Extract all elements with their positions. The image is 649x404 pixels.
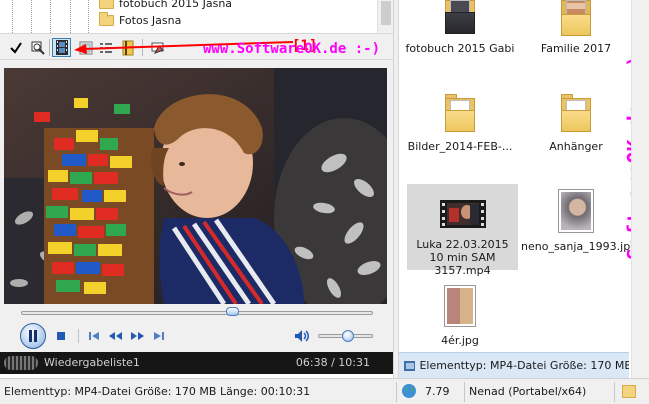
file-item-4er-jpg[interactable]: 4ér.jpg	[405, 280, 515, 347]
video-preview-button[interactable]	[52, 38, 71, 57]
tree-scrollbar[interactable]	[377, 0, 393, 33]
playlist-name: Wiedergabeliste1	[44, 356, 140, 369]
tree-item-label: Fotos Jasna	[119, 13, 182, 27]
preview-toolbar: [1] www.SoftwareOK.de :-)	[0, 33, 393, 60]
file-item-neno-sanja-jpg[interactable]: neno_sanja_1993.jpg	[521, 184, 638, 254]
speaker-icon	[295, 330, 309, 342]
previous-button[interactable]	[87, 329, 101, 343]
player-status-line: Wiedergabeliste1 06:38 / 10:31	[0, 352, 393, 374]
photo-folder-icon	[445, 0, 475, 34]
folder-icon	[561, 94, 591, 132]
image-file-icon	[559, 190, 593, 232]
version-text: 7.79	[425, 385, 450, 398]
file-item-luka-mp4[interactable]: Luka 22.03.2015 10 min SAM 3157.mp4	[407, 184, 518, 277]
file-item-anhaenger[interactable]: Anhänger	[521, 90, 631, 158]
video-frame[interactable]	[4, 68, 387, 304]
video-image	[4, 68, 387, 304]
check-icon	[9, 41, 22, 54]
file-item-label: Bilder_2014-FEB-...	[407, 140, 513, 153]
folder-icon	[445, 94, 475, 132]
file-item-label: neno_sanja_1993.jpg	[521, 240, 638, 253]
file-icon-view: fotobuch 2015 Gabi Familie 2017 Bilder_2…	[399, 0, 649, 352]
zoom-button[interactable]	[28, 38, 47, 57]
rewind-icon	[108, 332, 122, 340]
tree-item-fotos-jasna[interactable]: Fotos Jasna	[99, 11, 182, 28]
watermark-text: www.SoftwareOK.de :-)	[203, 41, 381, 57]
folder-tree[interactable]: fotobuch 2015 Jasna Fotos Jasna	[0, 0, 393, 33]
folder-icon	[622, 385, 636, 398]
zoom-icon	[31, 41, 45, 55]
time-display: 06:38 / 10:31	[295, 356, 370, 369]
globe-icon	[402, 384, 416, 398]
file-item-label: 4ér.jpg	[441, 334, 479, 347]
seek-bar[interactable]	[0, 304, 393, 320]
file-item-familie-2017[interactable]: Familie 2017	[521, 0, 631, 64]
file-item-bilder-2014-feb[interactable]: Bilder_2014-FEB-...	[405, 90, 515, 158]
folder-icon	[99, 11, 114, 26]
file-item-label: Anhänger	[549, 140, 603, 153]
file-item-label: Luka 22.03.2015 10 min SAM 3157.mp4	[416, 238, 509, 277]
skip-forward-icon	[154, 332, 164, 340]
video-player: Wiedergabeliste1 06:38 / 10:31	[0, 60, 393, 374]
fast-forward-icon	[130, 332, 144, 340]
tree-scrollbar-thumb[interactable]	[381, 1, 391, 25]
video-file-small-icon	[404, 360, 416, 371]
status-info-text: Elementtyp: MP4-Datei Größe: 170 MB Läng…	[4, 385, 311, 398]
pause-button[interactable]	[20, 323, 46, 349]
player-controls	[0, 320, 393, 353]
pause-icon	[29, 330, 37, 342]
mute-button[interactable]	[294, 328, 310, 344]
status-bar: Elementtyp: MP4-Datei Größe: 170 MB Läng…	[0, 378, 649, 404]
folder-icon	[99, 0, 114, 9]
video-file-icon	[439, 200, 486, 228]
seek-thumb[interactable]	[225, 307, 239, 316]
playlist-grip[interactable]	[4, 356, 38, 370]
next-button[interactable]	[152, 329, 166, 343]
file-item-label: Familie 2017	[540, 42, 612, 55]
photo-folder-icon	[561, 0, 591, 36]
stop-button[interactable]	[55, 330, 67, 342]
stop-icon	[57, 332, 65, 340]
file-item-label: fotobuch 2015 Gabi	[405, 42, 515, 55]
file-view-status: Elementtyp: MP4-Datei Größe: 170 MB Län	[399, 352, 629, 378]
file-item-fotobuch-2015-gabi[interactable]: fotobuch 2015 Gabi	[405, 0, 515, 64]
fast-forward-button[interactable]	[129, 329, 145, 343]
rewind-button[interactable]	[107, 329, 123, 343]
image-file-icon	[445, 286, 475, 326]
file-view-status-text: Elementtyp: MP4-Datei Größe: 170 MB Län	[419, 359, 629, 372]
film-strip-icon	[55, 40, 68, 55]
file-view-scrollbar[interactable]	[631, 0, 649, 378]
check-button[interactable]	[6, 38, 25, 57]
seek-track[interactable]	[21, 311, 373, 315]
volume-thumb[interactable]	[342, 330, 355, 342]
tree-item-fotobuch-2015-jasna[interactable]: fotobuch 2015 Jasna	[99, 0, 232, 11]
skip-back-icon	[89, 332, 99, 340]
tree-item-label: fotobuch 2015 Jasna	[119, 0, 233, 10]
user-text: Nenad (Portabel/x64)	[469, 385, 587, 398]
